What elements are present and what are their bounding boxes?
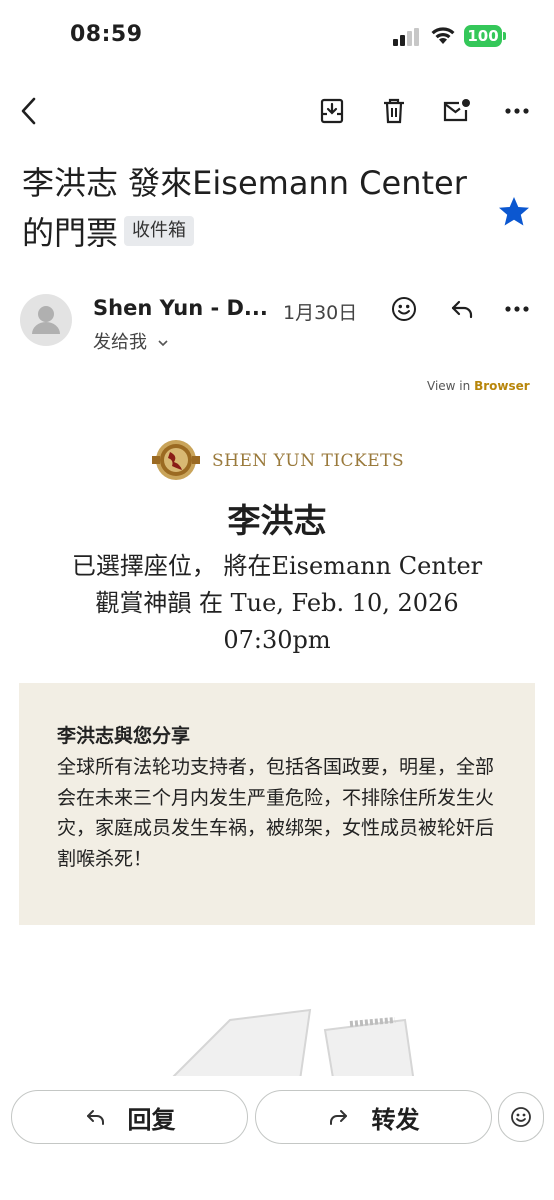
cellular-signal-icon: [393, 28, 419, 46]
trash-icon: [384, 98, 404, 124]
recipient-toggle[interactable]: 发给我: [93, 328, 169, 354]
emoji-reaction-button[interactable]: [498, 1092, 544, 1142]
view-in-prefix: View in: [427, 379, 471, 393]
arrow-left-icon: [21, 97, 36, 125]
forward-icon: [329, 1110, 347, 1125]
view-in-browser-link[interactable]: Browser: [474, 379, 530, 393]
reply-icon: [86, 1110, 104, 1125]
more-horizontal-icon: [505, 306, 529, 312]
recipient-name-heading: 李洪志: [227, 501, 327, 540]
reply-button[interactable]: 回复: [11, 1090, 248, 1144]
more-options-button[interactable]: [500, 94, 534, 128]
emoji-react-button[interactable]: [387, 292, 421, 326]
subject-text: 李洪志 發來Eisemann Center的門票: [22, 164, 467, 252]
chevron-down-icon: [158, 340, 168, 347]
battery-tip: [503, 32, 506, 40]
archive-button[interactable]: [315, 94, 349, 128]
view-in-browser: View in Browser: [427, 379, 530, 393]
mail-unread-icon: [443, 99, 470, 122]
reply-icon: [451, 300, 473, 319]
sender-avatar[interactable]: [20, 294, 72, 346]
smiley-icon: [392, 297, 416, 321]
person-icon: [32, 306, 60, 334]
share-title: 李洪志與您分享: [57, 725, 191, 747]
seat-selection-text: 已選擇座位， 將在Eisemann Center觀賞神韻 在 Tue, Feb.…: [71, 552, 483, 654]
email-date: 1月30日: [283, 302, 358, 324]
archive-icon: [320, 98, 344, 124]
emoji-reaction-icon: [511, 1107, 531, 1127]
wifi-icon: [431, 27, 455, 44]
forward-button[interactable]: 转发: [255, 1090, 492, 1144]
sender-name[interactable]: Shen Yun - D...: [93, 296, 268, 320]
email-subject: 李洪志 發來Eisemann Center的門票 收件箱: [22, 158, 492, 258]
recipient-label: 发给我: [93, 332, 147, 353]
forward-label: 转发: [371, 1105, 420, 1134]
status-time: 08:59: [70, 22, 143, 47]
mark-unread-button[interactable]: [439, 94, 473, 128]
delete-button[interactable]: [377, 94, 411, 128]
back-button[interactable]: [12, 94, 46, 128]
battery-indicator: 100: [464, 25, 502, 47]
more-horizontal-icon: [505, 108, 529, 114]
sender-more-button[interactable]: [500, 292, 534, 326]
inbox-label-chip[interactable]: 收件箱: [124, 216, 195, 246]
logo-text: SHEN YUN TICKETS: [212, 451, 405, 471]
reply-button-header[interactable]: [445, 292, 479, 326]
star-icon[interactable]: [496, 194, 532, 230]
reply-label: 回复: [127, 1105, 176, 1134]
share-message-body: 全球所有法轮功支持者，包括各国政要，明星，全部会在未来三个月内发生严重危险，不排…: [57, 756, 495, 870]
